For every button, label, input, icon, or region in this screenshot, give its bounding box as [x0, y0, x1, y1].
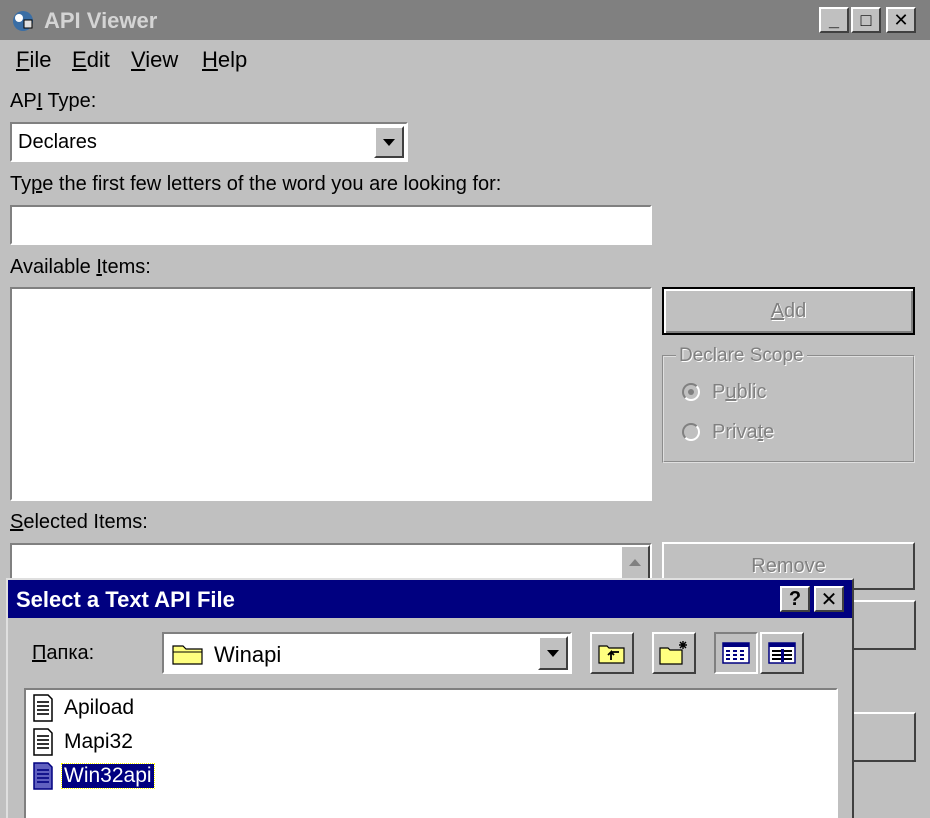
file-list[interactable]: Apiload Mapi32 Win32api — [24, 688, 838, 818]
add-button-label: dd — [784, 299, 807, 322]
file-item-apiload[interactable]: Apiload — [32, 692, 136, 724]
api-type-label: API Type: — [10, 90, 96, 113]
add-button-mnemonic: A — [770, 299, 785, 322]
private-label-pre: Priva — [712, 421, 758, 443]
public-label-post: blic — [736, 381, 767, 403]
available-items-list[interactable] — [10, 287, 652, 501]
private-label-post: e — [763, 421, 775, 443]
private-radio-label[interactable]: Private — [712, 421, 774, 444]
api-type-select[interactable]: Declares — [10, 122, 408, 162]
search-input[interactable] — [10, 205, 652, 245]
list-view-button[interactable] — [714, 632, 758, 674]
folder-dropdown-button[interactable] — [538, 636, 568, 670]
file-item-label: Apiload — [64, 696, 135, 719]
arrow-up-icon — [629, 559, 641, 566]
add-button[interactable]: Add — [662, 287, 915, 335]
details-view-icon — [768, 642, 796, 664]
declare-scope-legend: Declare Scope — [676, 345, 807, 367]
menu-view[interactable]: View — [131, 47, 178, 73]
minimize-icon: _ — [828, 9, 839, 30]
folder-icon — [172, 645, 203, 665]
menu-view-label: iew — [145, 47, 179, 72]
api-type-label-post: Type: — [42, 90, 97, 112]
available-items-label: Available Items: — [10, 256, 151, 279]
text-file-icon — [33, 762, 53, 790]
declare-scope-group — [662, 355, 915, 463]
maximize-icon: □ — [860, 9, 872, 30]
api-type-dropdown-button[interactable] — [374, 126, 404, 158]
folder-label: Папка: — [32, 642, 94, 665]
folder-up-icon — [598, 645, 625, 664]
available-label-post: tems: — [101, 256, 151, 278]
menu-help-label: elp — [217, 47, 248, 72]
file-item-label: Win32api — [61, 763, 155, 789]
file-item-label: Mapi32 — [64, 730, 133, 753]
text-file-icon — [33, 728, 53, 756]
api-viewer-app-icon — [13, 11, 33, 31]
details-view-button[interactable] — [760, 632, 804, 674]
close-button[interactable]: ✕ — [886, 7, 916, 33]
menu-file-label: ile — [29, 47, 52, 72]
menu-view-mnemonic: V — [131, 47, 146, 72]
api-type-label-pre: AP — [10, 90, 37, 112]
minimize-button[interactable]: _ — [819, 7, 849, 33]
up-one-level-button[interactable] — [590, 632, 634, 674]
radio-selected-dot — [688, 389, 694, 395]
public-label-pre: P — [712, 381, 726, 403]
new-folder-icon — [659, 641, 687, 665]
folder-label-mnemonic: П — [32, 642, 47, 664]
folder-value: Winapi — [214, 642, 282, 667]
selected-label-post: elected Items: — [23, 511, 148, 533]
menu-help-mnemonic: H — [202, 47, 218, 72]
public-label-mnemonic: u — [725, 381, 737, 403]
dialog-title: Select a Text API File — [16, 587, 235, 612]
private-radio[interactable] — [682, 423, 700, 441]
dialog-help-button[interactable]: ? — [780, 586, 810, 612]
menu-file-mnemonic: F — [16, 47, 30, 72]
window-title: API Viewer — [44, 8, 158, 33]
file-item-win32api[interactable]: Win32api — [32, 760, 155, 792]
selected-label-mnemonic: S — [10, 511, 24, 533]
menu-file[interactable]: File — [16, 47, 51, 73]
maximize-button[interactable]: □ — [851, 7, 881, 33]
remove-button-label: Remove — [751, 554, 826, 577]
list-view-icon — [722, 642, 750, 664]
file-item-mapi32[interactable]: Mapi32 — [32, 726, 135, 758]
search-label-post: e the first few letters of the word you … — [42, 173, 502, 195]
chevron-down-icon — [383, 139, 395, 146]
menu-help[interactable]: Help — [202, 47, 247, 73]
public-radio-label[interactable]: Public — [712, 381, 766, 404]
close-icon: ✕ — [893, 9, 909, 30]
menu-edit-label: dit — [86, 47, 110, 72]
menu-edit[interactable]: Edit — [72, 47, 110, 73]
search-label: Type the first few letters of the word y… — [10, 173, 501, 196]
close-icon: ✕ — [820, 588, 838, 611]
search-label-mnemonic: p — [31, 173, 43, 195]
public-radio[interactable] — [682, 383, 700, 401]
folder-select[interactable]: Winapi — [162, 632, 572, 674]
selected-items-list[interactable] — [10, 543, 652, 583]
menu-edit-mnemonic: E — [72, 47, 87, 72]
available-label-pre: Available — [10, 256, 97, 278]
selected-items-label: Selected Items: — [10, 511, 148, 534]
scroll-up-button[interactable] — [620, 545, 650, 581]
create-new-folder-button[interactable] — [652, 632, 696, 674]
text-file-icon — [33, 694, 53, 722]
folder-label-post: апка: — [46, 642, 95, 664]
api-type-value: Declares — [18, 131, 97, 153]
chevron-down-icon — [547, 650, 559, 657]
help-icon: ? — [788, 587, 802, 610]
search-label-pre: Ty — [10, 173, 32, 195]
dialog-close-button[interactable]: ✕ — [814, 586, 844, 612]
